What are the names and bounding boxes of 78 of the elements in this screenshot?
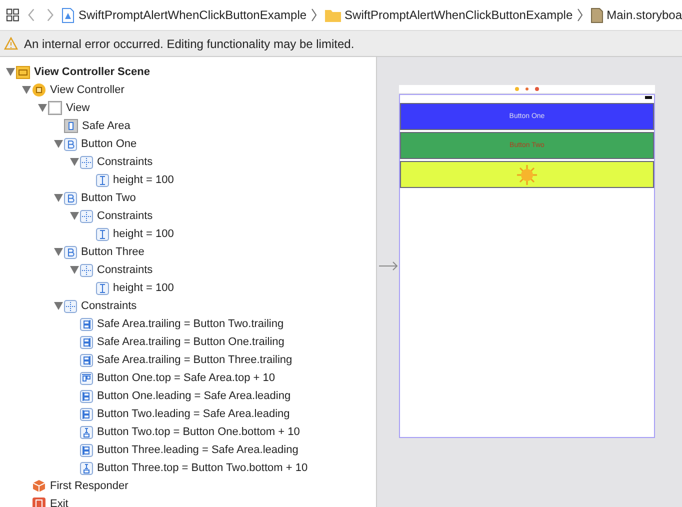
storyboard-file-icon <box>590 8 603 22</box>
button-icon <box>64 246 77 258</box>
button-icon <box>64 192 77 204</box>
outline-item[interactable]: Safe Area.trailing = Button One.trailing <box>97 336 284 348</box>
disclosure-triangle-down-icon[interactable] <box>22 86 30 94</box>
outline-item[interactable]: View <box>66 102 90 114</box>
outline-item[interactable]: height = 100 <box>113 282 174 294</box>
trailing-constraint-icon <box>80 318 93 330</box>
outline-item[interactable]: Button Two.leading = Safe Area.leading <box>97 408 290 420</box>
outline-item[interactable]: Constraints <box>97 156 153 168</box>
entry-arrow-icon <box>379 261 399 271</box>
warning-message: An internal error occurred. Editing functionality may be limited. <box>24 36 354 50</box>
top-constraint-icon <box>80 372 93 384</box>
sun-icon <box>517 164 537 184</box>
outline-item[interactable]: Button Three.top = Button Two.bottom + 10 <box>97 462 308 474</box>
chevron-separator-icon <box>310 8 317 22</box>
chevron-separator-icon <box>576 8 583 22</box>
disclosure-triangle-down-icon[interactable] <box>38 104 46 112</box>
breadcrumb-item[interactable]: SwiftPromptAlertWhenClickButtonExample <box>78 8 307 22</box>
outline-item[interactable]: Button Three <box>81 246 144 258</box>
height-constraint-icon <box>96 174 109 186</box>
height-constraint-icon <box>96 282 109 294</box>
back-chevron-icon[interactable] <box>27 8 37 22</box>
controller-icon <box>32 83 46 97</box>
project-file-icon <box>62 8 74 22</box>
outline-item[interactable]: View Controller <box>50 84 124 96</box>
outline-item[interactable]: Button One <box>81 138 137 150</box>
height-constraint-icon <box>96 228 109 240</box>
outline-item[interactable]: First Responder <box>50 480 128 492</box>
constraints-icon <box>80 156 93 168</box>
disclosure-triangle-down-icon[interactable] <box>70 212 78 220</box>
breadcrumb-item[interactable]: SwiftPromptAlertWhenClickButtonExample <box>344 8 573 22</box>
disclosure-triangle-down-icon[interactable] <box>54 302 62 310</box>
dock-icons-drawing <box>515 87 539 91</box>
outline-item[interactable]: Constraints <box>97 210 153 222</box>
outline-item[interactable]: Exit <box>50 498 68 507</box>
outline-item[interactable]: Safe Area.trailing = Button Three.trailing <box>97 354 292 366</box>
button-icon <box>64 138 77 150</box>
outline-item[interactable]: Button One.top = Safe Area.top + 10 <box>97 372 275 384</box>
disclosure-triangle-down-icon[interactable] <box>54 140 62 148</box>
safe-area-icon <box>64 119 78 133</box>
disclosure-triangle-down-icon[interactable] <box>6 68 14 76</box>
constraints-icon <box>80 210 93 222</box>
outline-item[interactable]: Safe Area.trailing = Button Two.trailing <box>97 318 284 330</box>
constraints-icon <box>80 264 93 276</box>
exit-icon <box>32 497 46 507</box>
outline-item[interactable]: Button Two <box>81 192 136 204</box>
folder-icon <box>324 8 341 22</box>
disclosure-triangle-down-icon[interactable] <box>54 194 62 202</box>
outline-item[interactable]: Button Three.leading = Safe Area.leading <box>97 444 298 456</box>
forward-chevron-icon[interactable] <box>44 8 54 22</box>
view-icon <box>48 101 62 115</box>
trailing-constraint-icon <box>80 336 93 348</box>
cube-icon <box>32 479 46 493</box>
battery-icon <box>645 96 652 99</box>
warning-icon <box>4 37 18 50</box>
outline-item[interactable]: height = 100 <box>113 174 174 186</box>
scene-icon <box>16 66 30 78</box>
outline-item[interactable]: Button One.leading = Safe Area.leading <box>97 390 291 402</box>
outline-item[interactable]: Constraints <box>97 264 153 276</box>
constraints-icon <box>64 300 77 312</box>
leading-constraint-icon <box>80 408 93 420</box>
disclosure-triangle-down-icon[interactable] <box>70 266 78 274</box>
outline-item[interactable]: View Controller Scene <box>34 66 150 78</box>
disclosure-triangle-down-icon[interactable] <box>70 158 78 166</box>
canvas-image-button[interactable] <box>400 161 654 188</box>
grid-icon[interactable] <box>6 8 20 22</box>
outline-item[interactable]: Constraints <box>81 300 137 312</box>
trailing-constraint-icon <box>80 354 93 366</box>
leading-constraint-icon <box>80 444 93 456</box>
breadcrumb-item[interactable]: Main.storyboa <box>606 8 682 22</box>
vertical-spacing-icon <box>80 462 93 474</box>
leading-constraint-icon <box>80 390 93 402</box>
disclosure-triangle-down-icon[interactable] <box>54 248 62 256</box>
outline-item[interactable]: height = 100 <box>113 228 174 240</box>
outline-item[interactable]: Button Two.top = Button One.bottom + 10 <box>97 426 300 438</box>
vertical-spacing-icon <box>80 426 93 438</box>
outline-item[interactable]: Safe Area <box>82 120 130 132</box>
